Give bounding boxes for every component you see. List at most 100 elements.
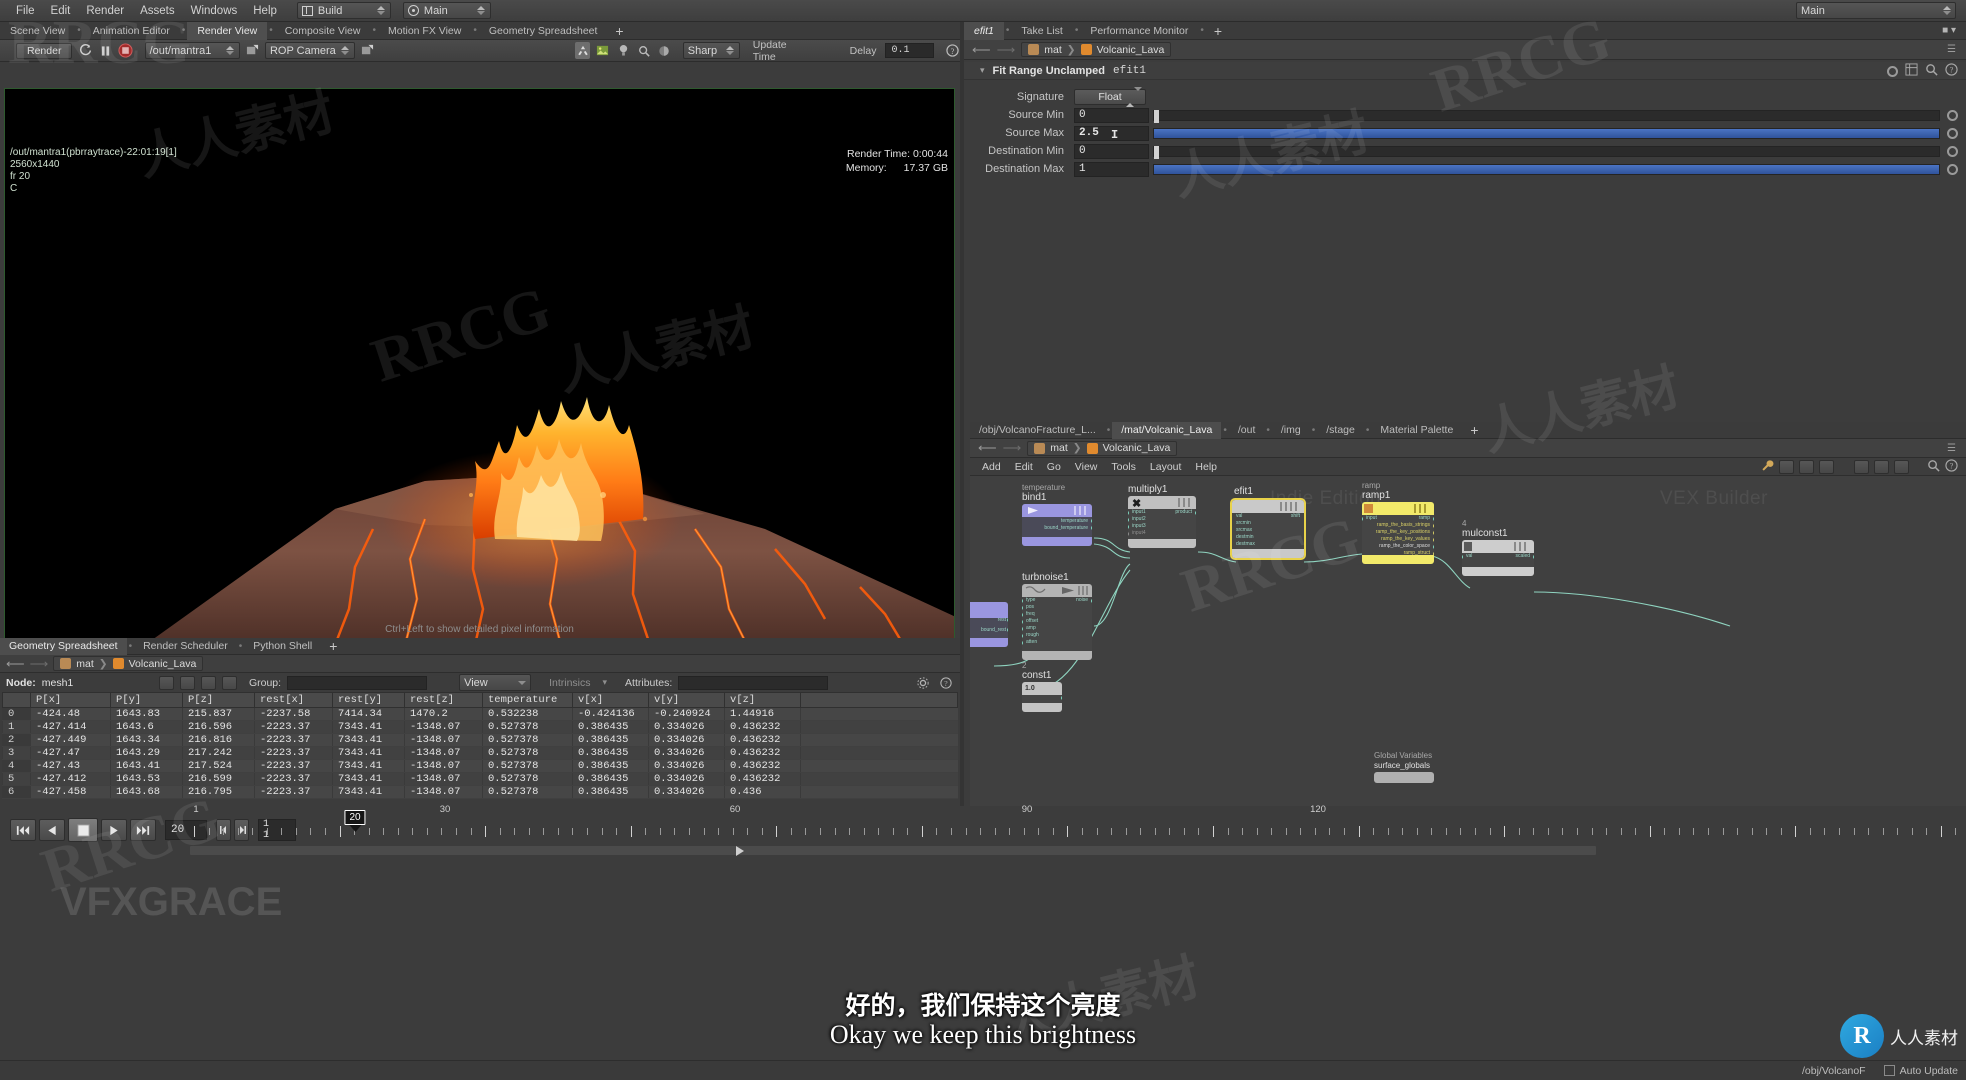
col-temperature[interactable]: temperature	[483, 693, 573, 708]
table-cell[interactable]: 2	[3, 734, 31, 747]
primitives-mode-icon[interactable]	[201, 676, 216, 690]
node-ramp1-body[interactable]: input ramp ramp_the_basis_strings ramp_t…	[1362, 502, 1434, 564]
table-cell[interactable]: 0.386435	[573, 760, 649, 773]
tab-stage[interactable]: /stage	[1317, 422, 1364, 439]
network-canvas[interactable]: Indie Edition VEX Builder temper	[970, 476, 1966, 806]
snapshot-icon[interactable]	[1854, 460, 1869, 474]
menu-help[interactable]: Help	[245, 3, 285, 19]
jump-to-start-button[interactable]	[10, 819, 36, 841]
table-cell[interactable]: 1470.2	[405, 708, 483, 721]
group-field[interactable]	[287, 676, 427, 690]
right-selector-spinner[interactable]	[1942, 4, 1951, 18]
list-view-icon[interactable]	[1779, 460, 1794, 474]
node-turbnoise1-body[interactable]: type pos freq offset amp rough atten noi…	[1022, 584, 1092, 660]
table-cell[interactable]: 7343.41	[333, 773, 405, 786]
source-min-gear-icon[interactable]	[1947, 110, 1958, 121]
signature-spinner[interactable]	[1126, 91, 1142, 103]
destination-min-field[interactable]: 0	[1074, 144, 1149, 159]
collapse-chevron-icon[interactable]: ▾	[980, 65, 985, 76]
table-cell[interactable]: 216.795	[183, 786, 255, 799]
menu-render[interactable]: Render	[78, 3, 132, 19]
table-cell[interactable]: -1348.07	[405, 734, 483, 747]
signature-menu[interactable]: Float	[1074, 89, 1146, 105]
back-arrow-icon[interactable]: ⟵	[972, 42, 991, 58]
table-cell[interactable]: 0.436232	[725, 734, 801, 747]
table-cell[interactable]: 0.436232	[725, 721, 801, 734]
table-cell[interactable]: 1	[3, 721, 31, 734]
tab-take-list[interactable]: Take List	[1011, 22, 1072, 40]
table-cell[interactable]: 0.334026	[649, 747, 725, 760]
source-min-field[interactable]: 0	[1074, 108, 1149, 123]
table-cell[interactable]: -427.43	[31, 760, 111, 773]
view-spinner[interactable]	[517, 676, 526, 690]
points-mode-icon[interactable]	[159, 676, 174, 690]
table-view-icon[interactable]	[1819, 460, 1834, 474]
breadcrumb-path[interactable]: mat ❯ Volcanic_Lava	[53, 656, 203, 671]
network-help-icon[interactable]: ?	[1945, 459, 1958, 475]
lightbulb-icon[interactable]	[616, 42, 631, 59]
timeline-ruler[interactable]: 1 30 60 90 120 20	[190, 814, 1966, 846]
tab-python-shell[interactable]: Python Shell	[244, 638, 321, 655]
node-turbnoise1[interactable]: turbnoise1 type pos freq offset amp roug…	[1022, 572, 1092, 660]
node-const1[interactable]: 2 const1 1.0	[1022, 662, 1062, 712]
step-back-button[interactable]	[39, 819, 65, 841]
table-cell[interactable]: 0.436	[725, 786, 801, 799]
table-cell[interactable]: -0.424136	[573, 708, 649, 721]
table-cell[interactable]: 215.837	[183, 708, 255, 721]
table-cell[interactable]: 1643.53	[111, 773, 183, 786]
parameter-breadcrumb-path[interactable]: mat ❯ Volcanic_Lava	[1021, 42, 1171, 57]
intrinsics-label[interactable]: Intrinsics	[537, 677, 590, 689]
parameter-help-icon[interactable]: ?	[1945, 63, 1958, 79]
table-cell[interactable]: 217.524	[183, 760, 255, 773]
desktop-selector[interactable]: Main	[403, 2, 491, 19]
add-network-tab-button[interactable]: +	[1462, 423, 1486, 437]
net-breadcrumb-volcanic-lava[interactable]: Volcanic_Lava	[1103, 442, 1171, 454]
zoom-icon[interactable]	[636, 42, 651, 59]
network-breadcrumb-path[interactable]: mat ❯ Volcanic_Lava	[1027, 441, 1177, 456]
source-max-slider[interactable]	[1153, 128, 1940, 139]
timeline-scrollbar[interactable]	[190, 846, 1596, 855]
network-menu-add[interactable]: Add	[982, 461, 1001, 473]
node-value[interactable]: mesh1	[42, 677, 74, 689]
network-menu-tools[interactable]: Tools	[1111, 461, 1136, 473]
table-cell[interactable]: -1348.07	[405, 760, 483, 773]
menu-assets[interactable]: Assets	[132, 3, 183, 19]
table-cell[interactable]: 0.527378	[483, 734, 573, 747]
tab-render-scheduler[interactable]: Render Scheduler	[134, 638, 237, 655]
node-rest-bind-body[interactable]: rest bound_rest	[970, 602, 1008, 647]
tab-geometry-spreadsheet[interactable]: Geometry Spreadsheet	[479, 22, 608, 40]
table-cell[interactable]: -427.414	[31, 721, 111, 734]
table-cell[interactable]: 3	[3, 747, 31, 760]
table-cell[interactable]: -2223.37	[255, 786, 333, 799]
table-cell[interactable]: 0.386435	[573, 747, 649, 760]
add-tab-button[interactable]: +	[607, 24, 631, 38]
table-cell[interactable]: -2223.37	[255, 734, 333, 747]
col-restz[interactable]: rest[z]	[405, 693, 483, 708]
build-selector[interactable]: Build	[297, 2, 391, 19]
tab-performance-monitor[interactable]: Performance Monitor	[1080, 22, 1198, 40]
table-cell[interactable]: -2223.37	[255, 773, 333, 786]
network-menu-view[interactable]: View	[1075, 461, 1098, 473]
node-surface-globals-body[interactable]	[1374, 772, 1434, 783]
filter-selector[interactable]: Sharp	[683, 42, 740, 59]
play-button[interactable]	[101, 819, 127, 841]
node-surface-globals[interactable]: Global Variables surface_globals	[1374, 752, 1434, 783]
table-cell[interactable]: 1643.6	[111, 721, 183, 734]
node-efit1[interactable]: efit1 val srcmin srcmax destmin destmax …	[1230, 486, 1306, 560]
col-py[interactable]: P[y]	[111, 693, 183, 708]
table-cell[interactable]: 0.334026	[649, 760, 725, 773]
search-icon[interactable]	[1925, 63, 1938, 79]
node-multiply1-body[interactable]: ✖ input1 input2 input3 input4 product	[1128, 496, 1196, 548]
parm-breadcrumb-mat[interactable]: mat	[1044, 44, 1062, 56]
tab-efit1-parameters[interactable]: efit1	[964, 22, 1004, 40]
intrinsics-chevron-icon[interactable]: ▾	[597, 677, 608, 688]
node-multiply1[interactable]: multiply1 ✖ input1 input2 input3 input4 …	[1128, 484, 1196, 548]
table-cell[interactable]: 0.527378	[483, 747, 573, 760]
stop-render-icon[interactable]	[118, 42, 133, 59]
table-cell[interactable]: 7343.41	[333, 760, 405, 773]
menu-windows[interactable]: Windows	[183, 3, 246, 19]
playhead[interactable]: 20	[344, 810, 365, 832]
delay-field[interactable]: 0.1	[885, 43, 933, 58]
table-cell[interactable]: 0.334026	[649, 773, 725, 786]
col-restx[interactable]: rest[x]	[255, 693, 333, 708]
